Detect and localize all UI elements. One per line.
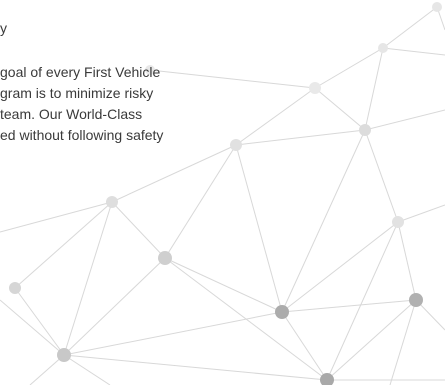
network-node [378, 43, 388, 53]
network-background-graphic [0, 2, 445, 385]
paragraph-line: team. Our World-Class [0, 106, 143, 122]
network-node [275, 305, 289, 319]
network-node [359, 124, 371, 136]
network-node [432, 2, 442, 12]
network-node [106, 196, 118, 208]
paragraph-line: gram is to minimize risky [0, 85, 154, 101]
section-heading: y [0, 20, 7, 36]
section-paragraph: goal of every First Vehicle gram is to m… [0, 62, 163, 146]
network-node [409, 293, 423, 307]
paragraph-line: goal of every First Vehicle [0, 64, 161, 80]
paragraph-line: ed without following safety [0, 127, 164, 143]
network-node [392, 216, 404, 228]
network-node [320, 373, 334, 385]
network-node [9, 282, 21, 294]
page: y goal of every First Vehicle gram is to… [0, 0, 445, 385]
network-node [230, 139, 242, 151]
network-node [57, 348, 71, 362]
network-node [309, 82, 321, 94]
network-node [158, 251, 172, 265]
